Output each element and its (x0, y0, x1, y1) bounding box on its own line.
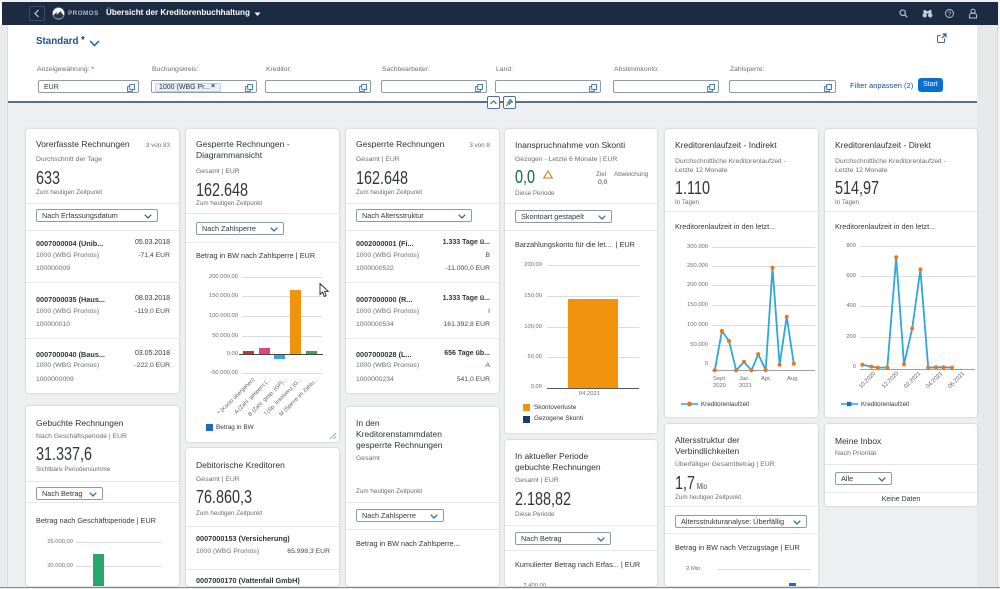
svg-text:?: ? (948, 11, 952, 18)
